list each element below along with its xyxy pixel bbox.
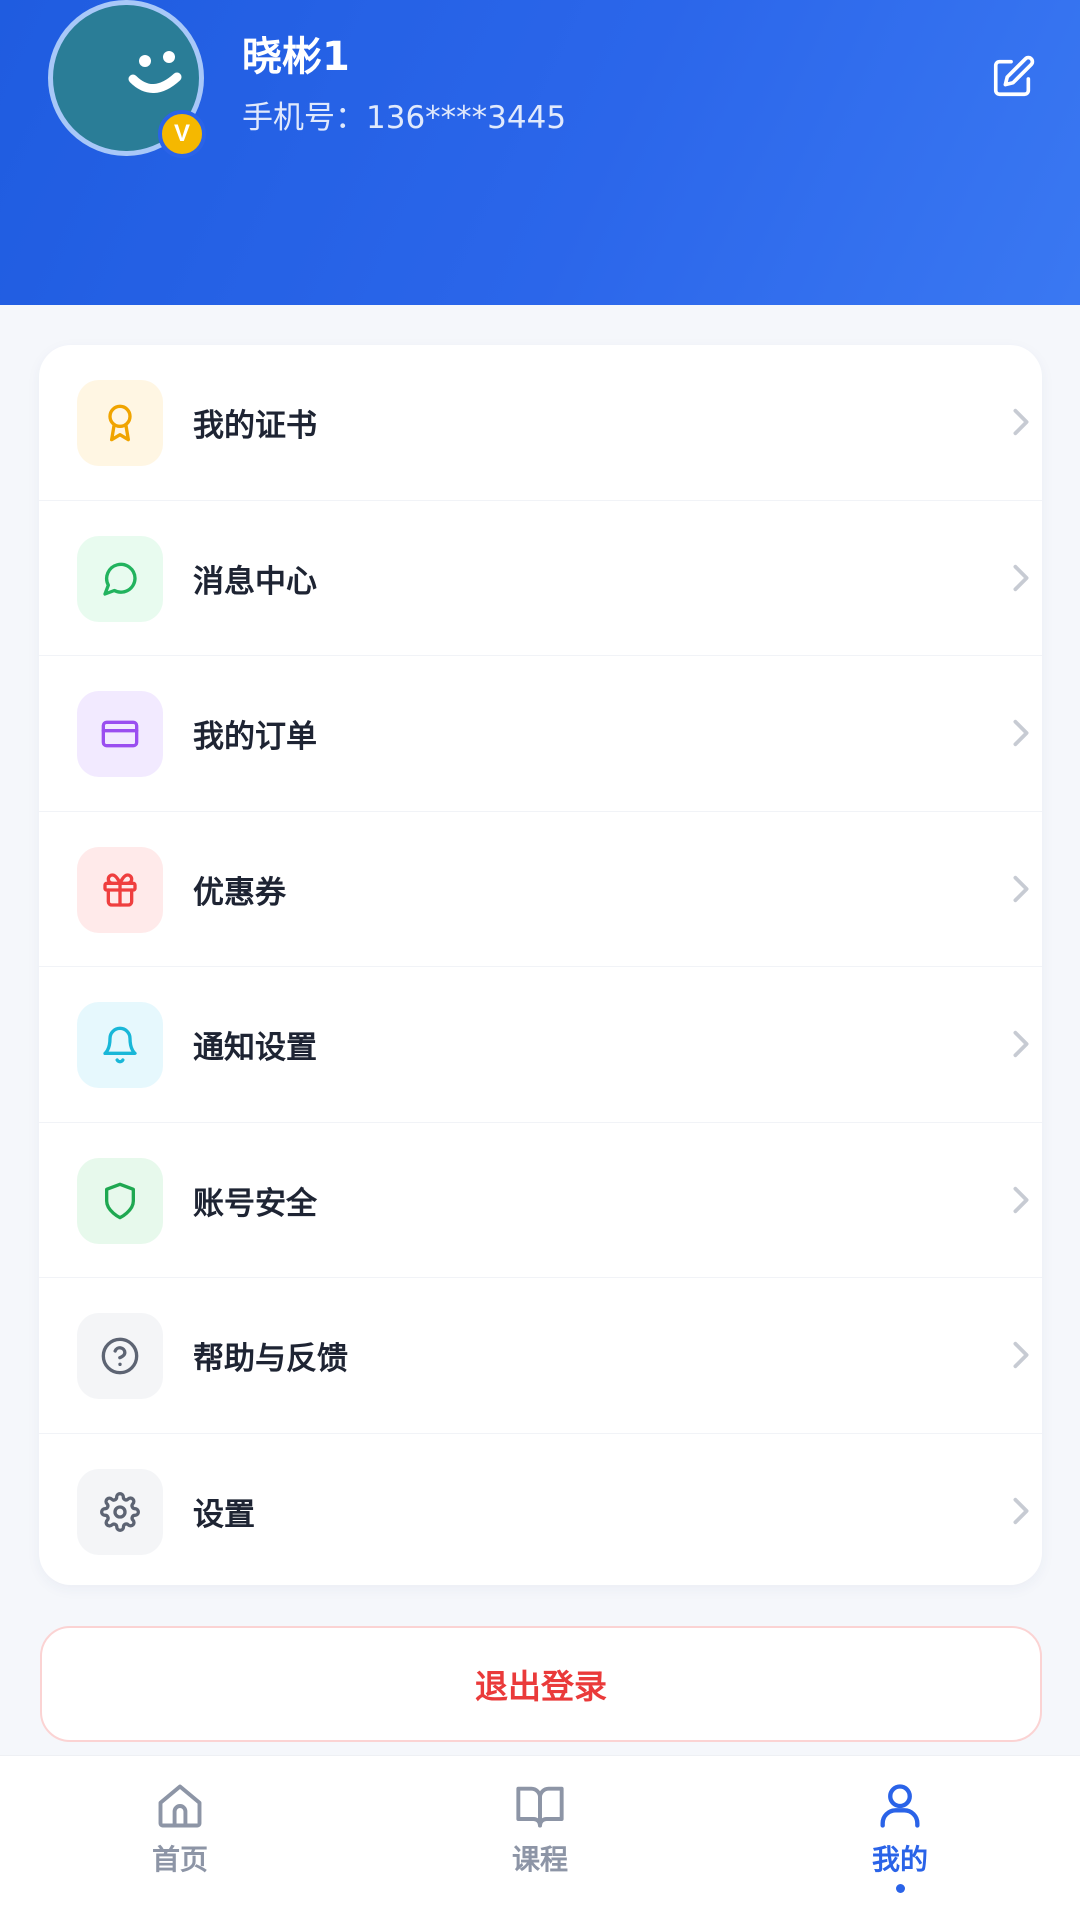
chevron-right-icon [1013, 1497, 1029, 1524]
tab-label: 课程 [511, 1843, 568, 1876]
menu-item-label: 通知设置 [193, 1030, 317, 1066]
gear-icon [100, 1491, 140, 1532]
menu-item-label: 优惠券 [193, 874, 286, 911]
menu-item-label: 消息中心 [193, 563, 317, 600]
menu-icon-bg [77, 1002, 163, 1088]
chevron-right-icon [1013, 1341, 1029, 1369]
username: 晓彬1 [242, 34, 350, 80]
menu-item-settings[interactable]: 设置 [39, 1434, 1042, 1586]
edit-icon [993, 55, 1035, 97]
menu-item-coupons[interactable]: 优惠券 [39, 812, 1042, 967]
menu-item-label: 我的证书 [193, 408, 317, 444]
chevron-right-icon [1013, 875, 1029, 902]
user-icon [880, 1784, 920, 1828]
menu-list: 我的证书 消息中心 我的订单 优惠券 通知设置 账号安全 帮助与反馈 设置 [39, 345, 1042, 1585]
menu-item-account-security[interactable]: 账号安全 [39, 1123, 1042, 1278]
active-tab-indicator [896, 1884, 905, 1893]
menu-item-help-feedback[interactable]: 帮助与反馈 [39, 1278, 1042, 1434]
chevron-right-icon [1013, 564, 1029, 591]
chevron-right-icon [1013, 408, 1029, 436]
edit-profile-button[interactable] [990, 54, 1036, 100]
menu-icon-bg [77, 1468, 163, 1555]
vip-badge: V [158, 110, 206, 158]
menu-item-messages[interactable]: 消息中心 [39, 501, 1042, 656]
menu-item-orders[interactable]: 我的订单 [39, 656, 1042, 812]
credit-card-icon [101, 720, 139, 748]
certificate-icon [108, 404, 132, 442]
gift-icon [103, 872, 137, 907]
tab-label: 首页 [151, 1843, 208, 1876]
tab-home[interactable]: 首页 [0, 1756, 360, 1920]
bottom-tab-bar: 首页 课程 我的 [0, 1755, 1080, 1920]
bell-icon [103, 1026, 137, 1064]
phone-number: 手机号：136****3445 [242, 100, 567, 136]
chat-bubble-icon [103, 562, 137, 596]
chevron-right-icon [1013, 1186, 1029, 1213]
menu-icon-bg [77, 380, 163, 466]
book-icon [516, 1786, 564, 1828]
shield-icon [105, 1182, 135, 1219]
menu-item-certificates[interactable]: 我的证书 [39, 345, 1042, 501]
menu-item-label: 帮助与反馈 [193, 1341, 348, 1377]
profile-page: V 晓彬1 手机号：136****3445 我的证书 消息中心 我的订单 优惠券… [0, 0, 1080, 1920]
logout-button[interactable]: 退出登录 [40, 1626, 1042, 1742]
profile-header: V 晓彬1 手机号：136****3445 [0, 0, 1080, 305]
chevron-right-icon [1013, 1030, 1029, 1058]
chevron-right-icon [1013, 719, 1029, 747]
home-icon [158, 1784, 202, 1828]
menu-icon-bg [77, 691, 163, 777]
menu-icon-bg [77, 1157, 163, 1244]
menu-icon-bg [77, 846, 163, 933]
tab-label: 我的 [871, 1843, 928, 1876]
menu-icon-bg [77, 1313, 163, 1399]
tab-mine[interactable]: 我的 [720, 1756, 1080, 1920]
avatar[interactable]: V [48, 0, 206, 158]
menu-icon-bg [77, 535, 163, 622]
help-circle-icon [101, 1337, 139, 1375]
menu-item-notification-settings[interactable]: 通知设置 [39, 967, 1042, 1123]
menu-item-label: 设置 [193, 1496, 255, 1533]
tab-courses[interactable]: 课程 [360, 1756, 720, 1920]
menu-item-label: 我的订单 [193, 719, 317, 755]
menu-item-label: 账号安全 [193, 1185, 317, 1222]
